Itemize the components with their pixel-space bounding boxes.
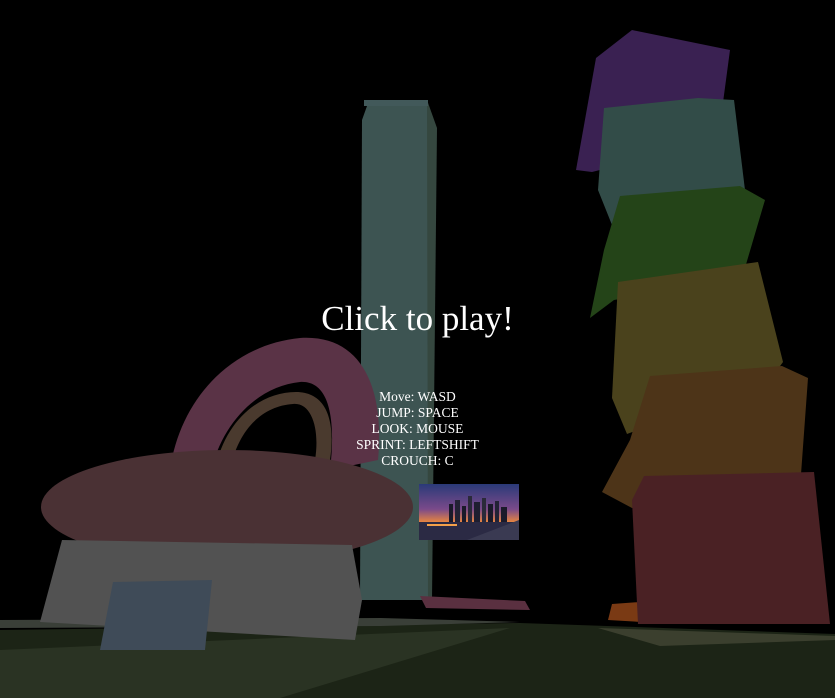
controls-instructions: Move: WASD JUMP: SPACE LOOK: MOUSE SPRIN… xyxy=(0,389,835,469)
controls-look: LOOK: MOUSE xyxy=(371,421,464,436)
controls-move: Move: WASD xyxy=(379,389,456,404)
start-overlay[interactable]: Click to play! Move: WASD JUMP: SPACE LO… xyxy=(0,0,835,698)
controls-crouch: CROUCH: C xyxy=(381,453,454,468)
controls-sprint: SPRINT: LEFTSHIFT xyxy=(356,437,479,452)
click-to-play-title[interactable]: Click to play! xyxy=(0,296,835,342)
controls-jump: JUMP: SPACE xyxy=(376,405,459,420)
city-skyline-thumbnail xyxy=(419,484,519,540)
